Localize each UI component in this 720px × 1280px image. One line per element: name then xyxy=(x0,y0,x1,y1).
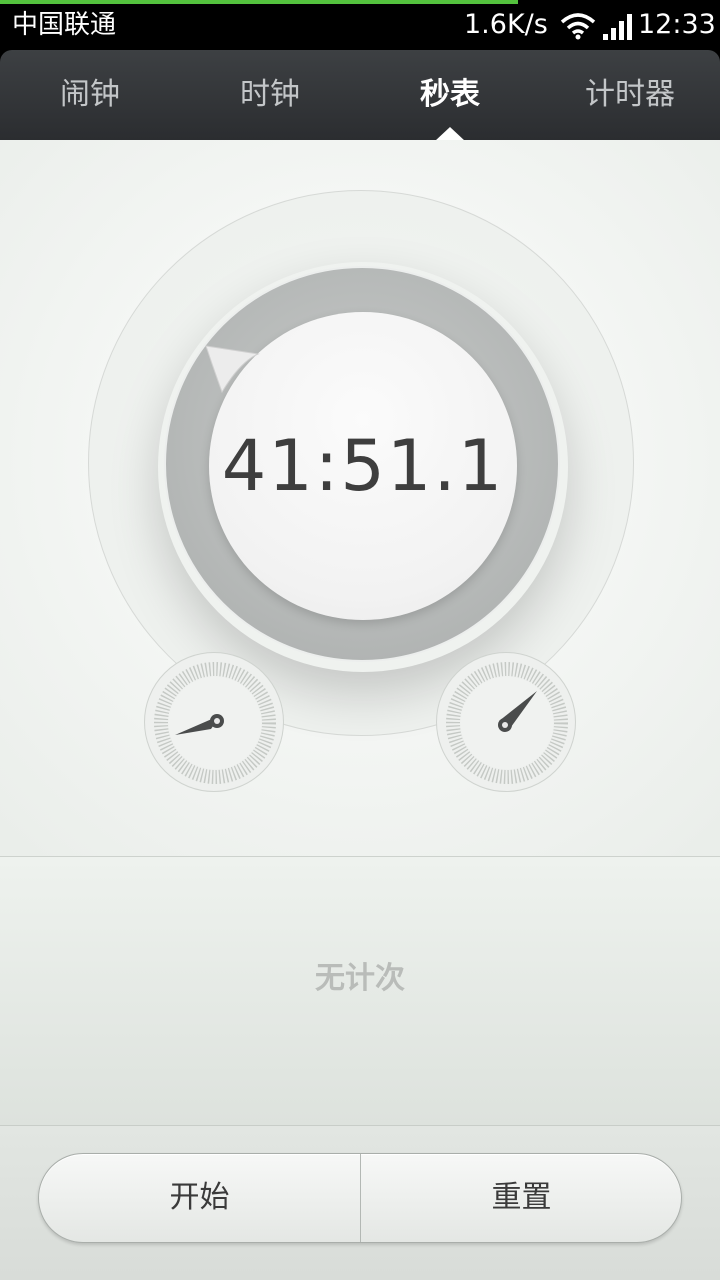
download-progress-bar xyxy=(0,0,519,4)
bottom-bar: 开始 重置 xyxy=(0,1126,720,1280)
button-group: 开始 重置 xyxy=(38,1153,682,1243)
subdial-ticks-icon xyxy=(446,662,568,784)
reset-button[interactable]: 重置 xyxy=(361,1154,681,1242)
stopwatch-dial-area: 41:51.1 xyxy=(0,140,720,856)
hour-subdial xyxy=(436,652,576,792)
subdial-ticks-icon xyxy=(154,662,276,784)
status-time: 12:33 xyxy=(638,9,716,40)
wifi-icon xyxy=(560,13,596,40)
network-speed: 1.6K/s xyxy=(464,9,548,40)
tab-clock[interactable]: 时钟 xyxy=(180,50,360,140)
start-button[interactable]: 开始 xyxy=(39,1154,360,1242)
elapsed-time: 41:51.1 xyxy=(221,425,505,507)
laps-list: 无计次 xyxy=(0,856,720,1126)
second-pointer-icon xyxy=(205,345,260,394)
active-tab-indicator xyxy=(435,127,465,141)
minute-subdial xyxy=(144,652,284,792)
tab-bar: 闹钟 时钟 秒表 计时器 xyxy=(0,50,720,140)
stopwatch-screen: 中国联通 1.6K/s 12:33 闹钟 时钟 秒表 计时器 41:51.1 无… xyxy=(0,0,720,1280)
status-bar: 中国联通 1.6K/s 12:33 xyxy=(0,0,720,50)
tab-alarm[interactable]: 闹钟 xyxy=(0,50,180,140)
tab-timer[interactable]: 计时器 xyxy=(540,50,720,140)
carrier-name: 中国联通 xyxy=(12,10,117,40)
signal-icon xyxy=(603,14,632,40)
empty-laps-text: 无计次 xyxy=(315,961,405,996)
